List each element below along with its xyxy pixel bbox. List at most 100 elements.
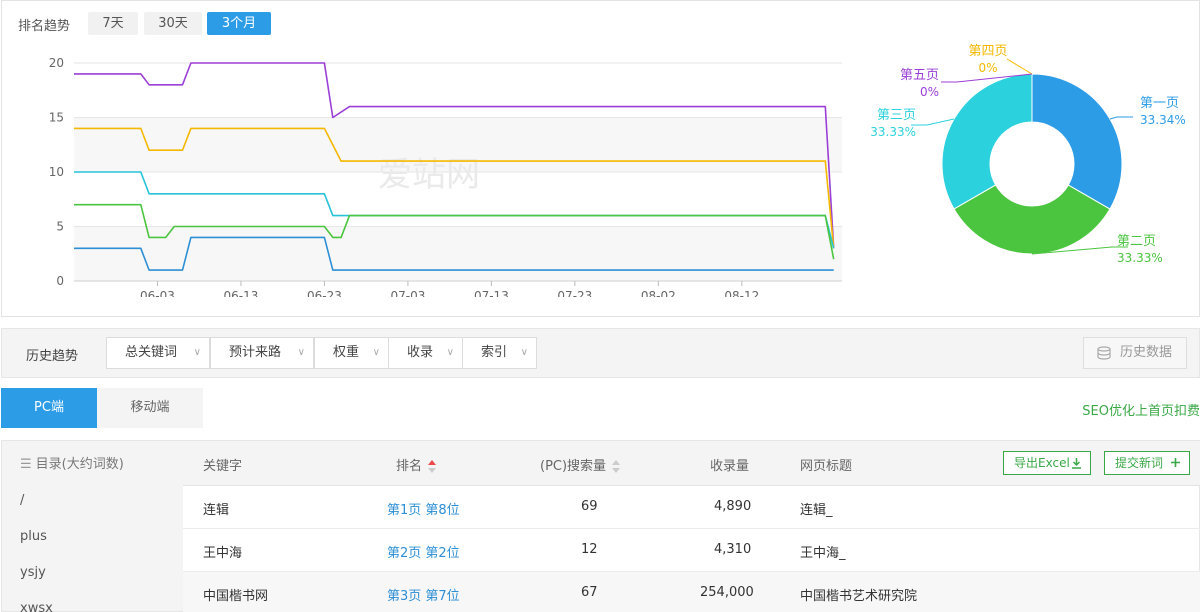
search-volume-cell: 12 [581, 542, 598, 557]
table-header: 关键字 排名 (PC)搜索量 收录量 网页标题 导出Excel 提交新词 [183, 441, 1200, 486]
rank-cell[interactable]: 第3页 第7位 [387, 585, 460, 604]
keyword-cell: 连辑 [203, 503, 230, 518]
page-title-cell: 中国楷书艺术研究院 [800, 589, 918, 604]
y-tick-label: 5 [56, 220, 64, 234]
x-tick-label: 07-23 [557, 289, 592, 297]
x-tick-label: 08-02 [641, 289, 676, 297]
dropdown-label: 预计来路 [229, 345, 282, 360]
table-row: 王中海 第2页 第2位 12 4,310 王中海_ [183, 529, 1200, 572]
range-7-days-button[interactable]: 7天 [88, 12, 138, 35]
directory-item[interactable]: ysjy [20, 565, 46, 580]
range-3-months-button[interactable]: 3个月 [207, 12, 271, 35]
seo-promo-link[interactable]: SEO优化上首页扣费 [1082, 400, 1200, 419]
slice-leader-line [1109, 116, 1133, 120]
keyword-column-header: 关键字 [203, 459, 243, 474]
indexed-cell: 4,310 [714, 542, 752, 557]
slice-leader-line [1006, 58, 1033, 75]
weight-dropdown[interactable]: 权重 ∨ [314, 337, 389, 369]
slice-leader-line [911, 118, 955, 126]
tab-mobile[interactable]: 移动端 [97, 388, 203, 428]
search-volume-cell: 69 [581, 499, 598, 514]
slice-label: 第五页 [900, 68, 939, 83]
x-tick-label: 07-03 [390, 289, 425, 297]
page-title-cell: 王中海_ [800, 546, 846, 561]
chevron-down-icon: ∨ [193, 347, 201, 358]
dropdown-label: 权重 [333, 345, 360, 360]
sort-icon [612, 459, 621, 474]
total-keywords-dropdown[interactable]: 总关键词 ∨ [106, 337, 210, 369]
slice-percent-label: 33.33% [870, 125, 916, 139]
donut-slice [941, 73, 1033, 210]
x-tick-label: 06-23 [307, 289, 342, 297]
index-dropdown[interactable]: 索引 ∨ [462, 337, 537, 369]
plot-band [74, 226, 842, 281]
indexed-column-header: 收录量 [710, 459, 750, 474]
search-volume-cell: 67 [581, 585, 598, 600]
range-30-days-button[interactable]: 30天 [144, 12, 202, 35]
sort-icon [428, 459, 437, 474]
dropdown-label: 收录 [407, 345, 434, 360]
donut-slice [1031, 73, 1123, 210]
y-tick-label: 0 [56, 274, 64, 288]
ranking-trend-title: 排名趋势 [18, 19, 71, 34]
keyword-cell: 王中海 [203, 546, 243, 561]
x-tick-label: 06-03 [140, 289, 175, 297]
x-tick-label: 06-13 [224, 289, 259, 297]
x-tick-label: 07-13 [474, 289, 509, 297]
chevron-down-icon: ∨ [297, 347, 305, 358]
chevron-down-icon: ∨ [446, 347, 454, 358]
table-row: 连辑 第1页 第8位 69 4,890 连辑_ [183, 486, 1200, 529]
history-trend-bar: 历史趋势 总关键词 ∨ 预计来路 ∨ 权重 ∨ 收录 ∨ 索引 ∨ 历史数据 [1, 328, 1200, 378]
keyword-table: 关键字 排名 (PC)搜索量 收录量 网页标题 导出Excel 提交新词 连辑 … [183, 440, 1200, 612]
slice-percent-label: 33.33% [1117, 251, 1163, 265]
slice-percent-label: 33.34% [1140, 113, 1186, 127]
history-data-button[interactable]: 历史数据 [1083, 337, 1187, 369]
table-row: 中国楷书网 第3页 第7位 67 254,000 中国楷书艺术研究院 [183, 572, 1200, 612]
download-icon [1072, 458, 1081, 469]
indexed-cell: 4,890 [714, 499, 752, 514]
rank-cell[interactable]: 第2页 第2位 [387, 542, 460, 561]
x-tick-label: 08-12 [724, 289, 759, 297]
history-trend-title: 历史趋势 [26, 349, 79, 364]
page-title-cell: 连辑_ [800, 503, 833, 518]
y-tick-label: 10 [49, 165, 64, 179]
list-icon: ☰ [20, 457, 32, 472]
directory-item[interactable]: / [20, 493, 24, 508]
keyword-cell: 中国楷书网 [203, 589, 269, 604]
directory-item[interactable]: plus [20, 529, 47, 544]
search-volume-column-header[interactable]: (PC)搜索量 [540, 455, 621, 474]
y-tick-label: 20 [49, 56, 64, 70]
ranking-trend-panel: 排名趋势 7天 30天 3个月 0 5 10 15 20 06-03 06-13 06-23 0… [1, 0, 1200, 317]
tab-pc[interactable]: PC端 [1, 388, 97, 428]
export-excel-button[interactable]: 导出Excel [1003, 451, 1091, 475]
indexed-cell: 254,000 [700, 585, 754, 600]
directory-item[interactable]: xwsx [20, 601, 53, 612]
chevron-down-icon: ∨ [520, 347, 528, 358]
directory-heading: ☰ 目录(大约词数) [20, 453, 124, 472]
rank-header-label: 排名 [396, 459, 423, 474]
dropdown-label: 索引 [481, 345, 508, 360]
rank-column-header[interactable]: 排名 [396, 455, 437, 474]
database-icon [1097, 346, 1111, 360]
plus-icon [1171, 458, 1180, 467]
chevron-down-icon: ∨ [372, 347, 380, 358]
y-tick-label: 15 [49, 111, 64, 125]
search-volume-header-label: (PC)搜索量 [540, 459, 607, 474]
export-excel-label: 导出Excel [1014, 456, 1070, 470]
slice-percent-label: 0% [978, 61, 997, 75]
rank-distribution-donut-chart: 第一页 33.34% 第二页 33.33% 第三页 33.33% 第四页 0% 第五页 0% [870, 44, 1186, 265]
slice-label: 第四页 [968, 44, 1007, 59]
submit-new-keyword-button[interactable]: 提交新词 [1104, 451, 1190, 475]
estimated-traffic-dropdown[interactable]: 预计来路 ∨ [210, 337, 314, 369]
slice-percent-label: 0% [920, 85, 939, 99]
history-data-label: 历史数据 [1120, 345, 1173, 360]
submit-new-keyword-label: 提交新词 [1115, 456, 1164, 470]
slice-label: 第二页 [1117, 234, 1156, 249]
directory-heading-label: 目录(大约词数) [35, 457, 124, 472]
ranking-line-chart: 0 5 10 15 20 06-03 06-13 06-23 07-03 07-13 07-23 08… [49, 56, 842, 297]
dropdown-label: 总关键词 [125, 345, 178, 360]
directory-sidebar: ☰ 目录(大约词数) / plus ysjy xwsx [1, 440, 183, 612]
rank-cell[interactable]: 第1页 第8位 [387, 499, 460, 518]
slice-label: 第三页 [877, 108, 916, 123]
indexed-dropdown[interactable]: 收录 ∨ [388, 337, 463, 369]
